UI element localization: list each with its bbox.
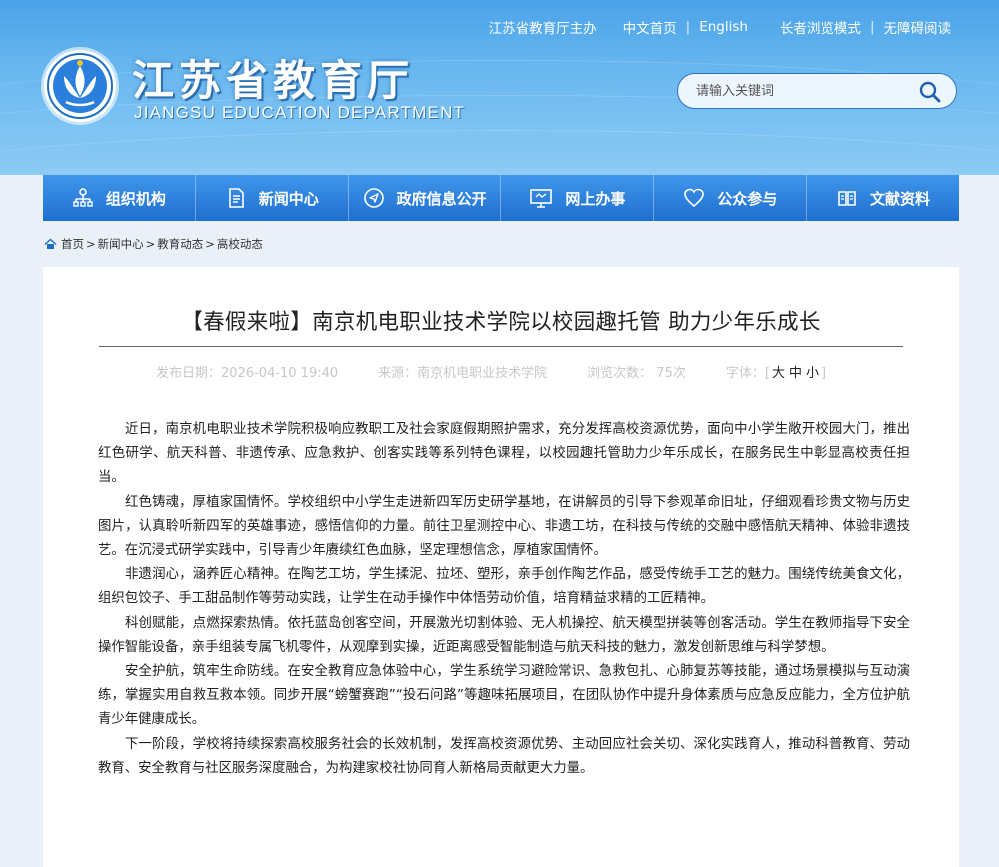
nav-label: 新闻中心	[258, 189, 319, 208]
site-subtitle: JIANGSU EDUCATION DEPARTMENT	[134, 103, 466, 122]
site-title: 江苏省教育厅	[132, 56, 415, 105]
breadcrumb-news-center[interactable]: 新闻中心	[98, 236, 144, 252]
document-icon	[228, 188, 244, 208]
article-meta: 发布日期：2026-04-10 19:40 来源：南京机电职业技术学院 浏览次数…	[156, 362, 826, 381]
article-paragraph: 科创赋能，点燃探索热情。依托蓝岛创客空间，开展激光切割体验、无人机操控、航天模型…	[98, 615, 910, 655]
nav-item-literature[interactable]: 文献资料	[807, 175, 959, 221]
breadcrumb-university-news[interactable]: 高校动态	[217, 236, 263, 252]
accessibility-link[interactable]: 无障碍阅读	[884, 17, 952, 37]
font-size-label: 字体：	[725, 366, 765, 381]
font-bracket: ]	[821, 366, 827, 381]
title-divider	[99, 346, 903, 347]
article-title: 【春假来啦】南京机电职业技术学院以校园趣托管 助力少年乐成长	[181, 310, 821, 335]
nav-item-online-service[interactable]: 网上办事	[501, 175, 655, 221]
main-navigation: 组织机构 新闻中心 政府信息公开 网上办事 公众参与 文献资料	[43, 175, 959, 221]
font-size-medium-button[interactable]: 中	[789, 366, 802, 381]
breadcrumb: 首页 > 新闻中心 > 教育动态 > 高校动态	[44, 236, 263, 252]
article-paragraph: 安全护航，筑牢生命防线。在安全教育应急体验中心，学生系统学习避险常识、急救包扎、…	[98, 664, 910, 728]
font-size-control: 字体：[大中小]	[726, 362, 826, 381]
publish-date: 发布日期：2026-04-10 19:40	[156, 366, 339, 381]
site-header: 江苏省教育厅主办 中文首页 | English 长者浏览模式 | 无障碍阅读 江…	[0, 0, 999, 175]
breadcrumb-separator: >	[86, 237, 96, 251]
view-count: 浏览次数： 75次	[587, 366, 686, 381]
font-size-small-button[interactable]: 小	[806, 366, 819, 381]
breadcrumb-separator: >	[145, 237, 156, 251]
nav-label: 公众参与	[717, 189, 778, 208]
org-chart-icon	[73, 188, 93, 207]
monitor-icon	[530, 189, 553, 208]
department-emblem-logo[interactable]	[44, 50, 116, 122]
search-input[interactable]	[696, 80, 906, 102]
english-link[interactable]: English	[699, 19, 748, 35]
article-paragraph: 下一阶段，学校将持续探索高校服务社会的长效机制，发挥高校资源优势、主动回应社会关…	[98, 736, 910, 776]
nav-label: 政府信息公开	[396, 189, 487, 208]
article-paragraph: 近日，南京机电职业技术学院积极响应教职工及社会家庭假期照护需求，充分发挥高校资源…	[98, 422, 910, 486]
nav-label: 组织机构	[105, 189, 166, 208]
article-source: 来源：南京机电职业技术学院	[378, 366, 548, 381]
divider: |	[685, 19, 691, 35]
nav-label: 网上办事	[565, 189, 626, 208]
article-card: 【春假来啦】南京机电职业技术学院以校园趣托管 助力少年乐成长 发布日期：2026…	[43, 267, 959, 867]
nav-item-public-participation[interactable]: 公众参与	[654, 175, 808, 221]
nav-item-organization[interactable]: 组织机构	[43, 175, 196, 221]
nav-item-news-center[interactable]: 新闻中心	[196, 175, 349, 221]
font-size-large-button[interactable]: 大	[772, 366, 785, 381]
send-icon	[363, 188, 384, 208]
breadcrumb-education-news[interactable]: 教育动态	[157, 236, 203, 252]
divider: |	[869, 19, 875, 35]
article-paragraph: 红色铸魂，厚植家国情怀。学校组织中小学生走进新四军历史研学基地，在讲解员的引导下…	[98, 494, 910, 559]
nav-label: 文献资料	[870, 189, 931, 208]
article-paragraph: 非遗润心，涵养匠心精神。在陶艺工坊，学生揉泥、拉坯、塑形，亲手创作陶艺作品，感受…	[98, 567, 910, 607]
breadcrumb-separator: >	[205, 237, 215, 251]
top-links-bar: 江苏省教育厅主办 中文首页 | English 长者浏览模式 | 无障碍阅读	[489, 17, 951, 37]
search-box	[677, 73, 957, 109]
sponsor-text: 江苏省教育厅主办	[488, 21, 597, 37]
emblem-icon	[47, 53, 113, 119]
chinese-home-link[interactable]: 中文首页	[623, 17, 677, 37]
font-bracket: [	[764, 366, 770, 381]
search-icon[interactable]	[918, 80, 942, 104]
elder-mode-link[interactable]: 长者浏览模式	[780, 17, 861, 37]
home-icon	[44, 238, 57, 249]
breadcrumb-home[interactable]: 首页	[61, 236, 84, 252]
article-body: 近日，南京机电职业技术学院积极响应教职工及社会家庭假期照护需求，充分发挥高校资源…	[98, 418, 910, 781]
nav-item-gov-info[interactable]: 政府信息公开	[349, 175, 502, 221]
book-icon	[838, 191, 856, 206]
heart-icon	[684, 188, 705, 208]
